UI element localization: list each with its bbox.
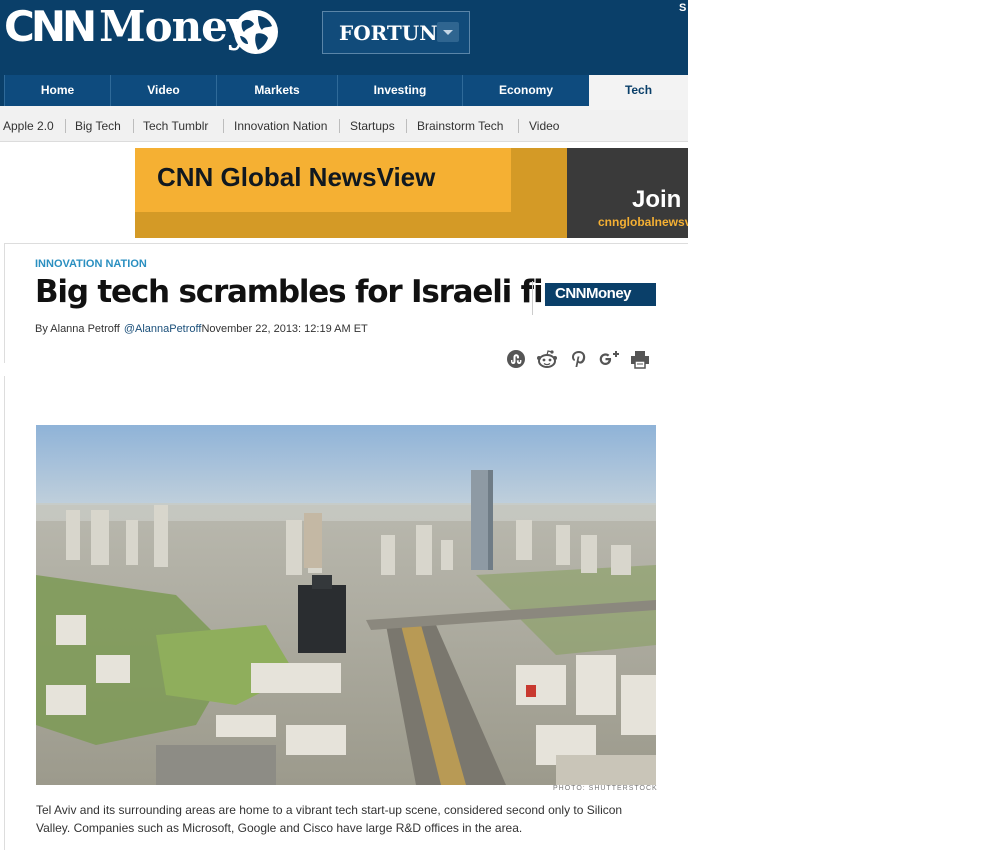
google-plus-icon[interactable] [597, 349, 621, 369]
article-headline: Big tech scrambles for Israeli firms [35, 274, 606, 310]
ad-gold-strip [135, 212, 567, 238]
header-right-text[interactable]: S [679, 2, 686, 14]
cnnmoney-badge: CNNMoney [545, 283, 656, 306]
photo-credit: PHOTO: SHUTTERSTOCK [553, 785, 658, 792]
logo-money-text: Money [99, 2, 251, 51]
nav-item-economy[interactable]: Economy [462, 75, 589, 106]
subnav-divider [133, 119, 134, 133]
main-nav: Home Video Markets Investing Economy Tec… [0, 75, 688, 107]
nav-label: Home [40, 83, 75, 97]
byline-author: By Alanna Petroff [35, 323, 120, 335]
subnav-item-startups[interactable]: Startups [350, 119, 395, 133]
nav-item-markets[interactable]: Markets [216, 75, 337, 106]
ad-url-text: cnnglobalnewsv [598, 215, 688, 229]
nav-label: Economy [498, 83, 553, 97]
nav-label: Markets [254, 83, 300, 97]
reddit-icon[interactable] [536, 349, 558, 369]
article-frame-top [4, 243, 688, 244]
nav-label: Tech [624, 83, 653, 97]
ad-title: CNN Global NewsView [157, 162, 436, 192]
nav-item-investing[interactable]: Investing [337, 75, 462, 106]
subnav-divider [406, 119, 407, 133]
article-frame-left [4, 243, 5, 363]
subnav-divider [223, 119, 224, 133]
nav-label: Video [147, 83, 180, 97]
subnav-item-video[interactable]: Video [529, 119, 559, 133]
logo-cnn-text: CNN [4, 2, 97, 51]
print-icon[interactable] [630, 349, 650, 369]
ad-join-text: Join [632, 186, 682, 213]
fortune-label: FORTUNE [339, 21, 453, 45]
article-kicker[interactable]: INNOVATION NATION [35, 258, 147, 270]
badge-text: CNNMoney [555, 285, 632, 302]
subnav-item-innovation-nation[interactable]: Innovation Nation [234, 119, 327, 133]
headline-divider [532, 281, 533, 315]
photo-caption: Tel Aviv and its surrounding areas are h… [36, 803, 623, 835]
sub-nav: Apple 2.0 Big Tech Tech Tumblr Innovatio… [0, 110, 688, 142]
pinterest-icon[interactable] [569, 349, 589, 369]
tel-aviv-skyline-photo [36, 425, 656, 785]
subnav-divider [339, 119, 340, 133]
byline: By Alanna Petroff @AlannaPetroffNovember … [35, 323, 368, 335]
stumbleupon-icon[interactable] [506, 349, 526, 369]
subnav-item-tech-tumblr[interactable]: Tech Tumblr [143, 119, 208, 133]
nav-item-tech[interactable]: Tech [589, 75, 688, 106]
subnav-divider [65, 119, 66, 133]
nav-label: Investing [373, 83, 427, 97]
nav-item-home[interactable]: Home [4, 75, 110, 106]
chevron-down-icon [437, 22, 459, 42]
ad-banner[interactable]: CNN Global NewsView Join cnnglobalnewsv [135, 148, 688, 238]
subnav-item-apple[interactable]: Apple 2.0 [3, 119, 54, 133]
article-frame-left [4, 376, 5, 850]
author-twitter-link[interactable]: @AlannaPetroff [124, 323, 202, 335]
subnav-item-big-tech[interactable]: Big Tech [75, 119, 121, 133]
byline-date: November 22, 2013: 12:19 AM ET [201, 323, 368, 335]
nav-item-video[interactable]: Video [110, 75, 216, 106]
site-header: CNN Money FORTUNE S [0, 0, 688, 75]
subnav-divider [518, 119, 519, 133]
globe-icon [234, 10, 278, 54]
fortune-dropdown[interactable]: FORTUNE [322, 11, 470, 54]
subnav-item-brainstorm-tech[interactable]: Brainstorm Tech [417, 119, 503, 133]
cnnmoney-logo[interactable]: CNN Money [4, 2, 251, 51]
ad-gold-panel [511, 148, 567, 212]
